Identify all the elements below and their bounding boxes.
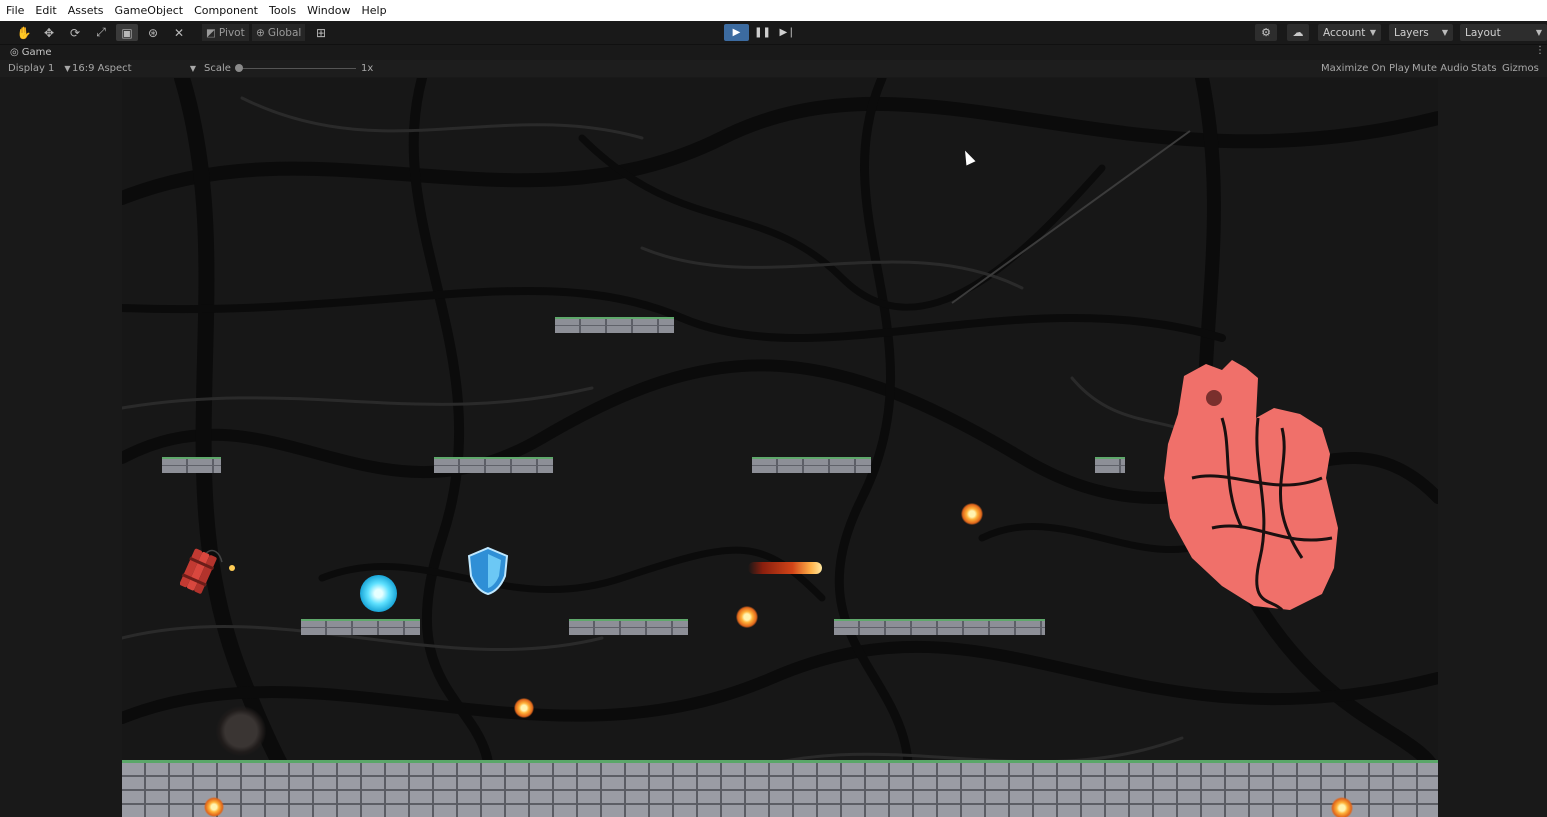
layers-dropdown[interactable]: Layers ▼ — [1389, 24, 1453, 41]
menu-gameobject[interactable]: GameObject — [109, 0, 189, 21]
menu-help[interactable]: Help — [355, 0, 391, 21]
platform — [434, 457, 553, 473]
display-dropdown[interactable]: Display 1 ▼ — [8, 60, 71, 77]
custom-tool-icon[interactable]: ✕ — [168, 24, 190, 41]
chevron-down-icon: ▼ — [64, 64, 71, 73]
dynamite-icon — [180, 548, 235, 594]
fireball-icon — [204, 797, 224, 817]
platform — [301, 619, 420, 635]
platform — [1095, 457, 1125, 473]
rotate-tool-icon[interactable]: ⟳ — [64, 24, 86, 41]
scale-value: 1x — [361, 63, 374, 74]
scale-tool-icon[interactable]: ⤢ — [90, 24, 112, 41]
platform — [569, 619, 688, 635]
ground-tiles — [122, 760, 1438, 817]
chevron-down-icon: ▼ — [1535, 28, 1542, 37]
aspect-dropdown[interactable]: 16:9 Aspect ▼ — [72, 60, 196, 77]
platform — [162, 457, 221, 473]
scale-slider-handle[interactable] — [235, 64, 243, 72]
menu-component[interactable]: Component — [188, 0, 263, 21]
move-tool-icon[interactable]: ✥ — [38, 24, 60, 41]
light-streak — [951, 130, 1191, 304]
hand-tool-icon[interactable]: ✋ — [13, 24, 35, 41]
chevron-down-icon: ▼ — [1441, 28, 1448, 37]
tab-game[interactable]: ◎ Game — [10, 45, 52, 60]
fireball-icon — [961, 503, 983, 525]
more-options-icon[interactable]: ⋮ — [1535, 45, 1545, 56]
fireball-icon — [736, 606, 758, 628]
account-dropdown[interactable]: Account ▼ — [1318, 24, 1381, 41]
pivot-toggle[interactable]: ◩ Pivot — [202, 24, 249, 41]
tab-bar: ◎ Game ⋮ — [0, 45, 1547, 60]
menu-window[interactable]: Window — [301, 0, 355, 21]
spike-ball-icon — [216, 706, 266, 756]
grid-snap-icon[interactable]: ⊞ — [310, 24, 332, 41]
collab-icon[interactable]: ⚙ — [1255, 24, 1277, 41]
shield-icon — [467, 546, 509, 596]
scale-label: Scale — [204, 63, 231, 74]
pause-button[interactable]: ❚❚ — [750, 24, 775, 41]
gizmos-dropdown[interactable]: Gizmos — [1502, 60, 1539, 77]
heart-icon — [1164, 360, 1338, 612]
maximize-on-play-toggle[interactable]: Maximize On Play — [1321, 60, 1410, 77]
menu-edit[interactable]: Edit — [29, 0, 61, 21]
step-button[interactable]: ▶❘ — [775, 24, 800, 41]
chevron-down-icon: ▼ — [189, 64, 196, 73]
platform — [555, 317, 674, 333]
scale-slider-track[interactable] — [238, 68, 356, 69]
chevron-down-icon: ▼ — [1369, 28, 1376, 37]
pivot-icon: ◩ — [206, 26, 216, 39]
menu-assets[interactable]: Assets — [62, 0, 109, 21]
transform-tool-icon[interactable]: ⊛ — [142, 24, 164, 41]
fireball-icon — [1331, 797, 1353, 817]
rect-tool-icon[interactable]: ▣ — [116, 24, 138, 41]
platform — [752, 457, 871, 473]
global-toggle[interactable]: ⊕ Global — [252, 24, 306, 41]
layout-dropdown[interactable]: Layout ▼ — [1460, 24, 1547, 41]
menu-file[interactable]: File — [0, 0, 29, 21]
stats-toggle[interactable]: Stats — [1471, 60, 1497, 77]
mute-audio-toggle[interactable]: Mute Audio — [1412, 60, 1469, 77]
fireball-icon — [514, 698, 534, 718]
energy-orb-icon — [360, 575, 397, 612]
globe-icon: ⊕ — [256, 26, 265, 39]
menu-bar: File Edit Assets GameObject Component To… — [0, 0, 1547, 21]
gamepad-icon: ◎ — [10, 47, 19, 58]
platform — [834, 619, 1045, 635]
cloud-icon[interactable]: ☁ — [1287, 24, 1309, 41]
game-view-toolbar: Display 1 ▼ 16:9 Aspect ▼ Scale 1x Maxim… — [0, 60, 1547, 77]
game-viewport[interactable] — [122, 78, 1438, 817]
fire-projectile-icon — [748, 562, 822, 574]
play-button[interactable]: ▶ — [724, 24, 749, 41]
menu-tools[interactable]: Tools — [263, 0, 301, 21]
